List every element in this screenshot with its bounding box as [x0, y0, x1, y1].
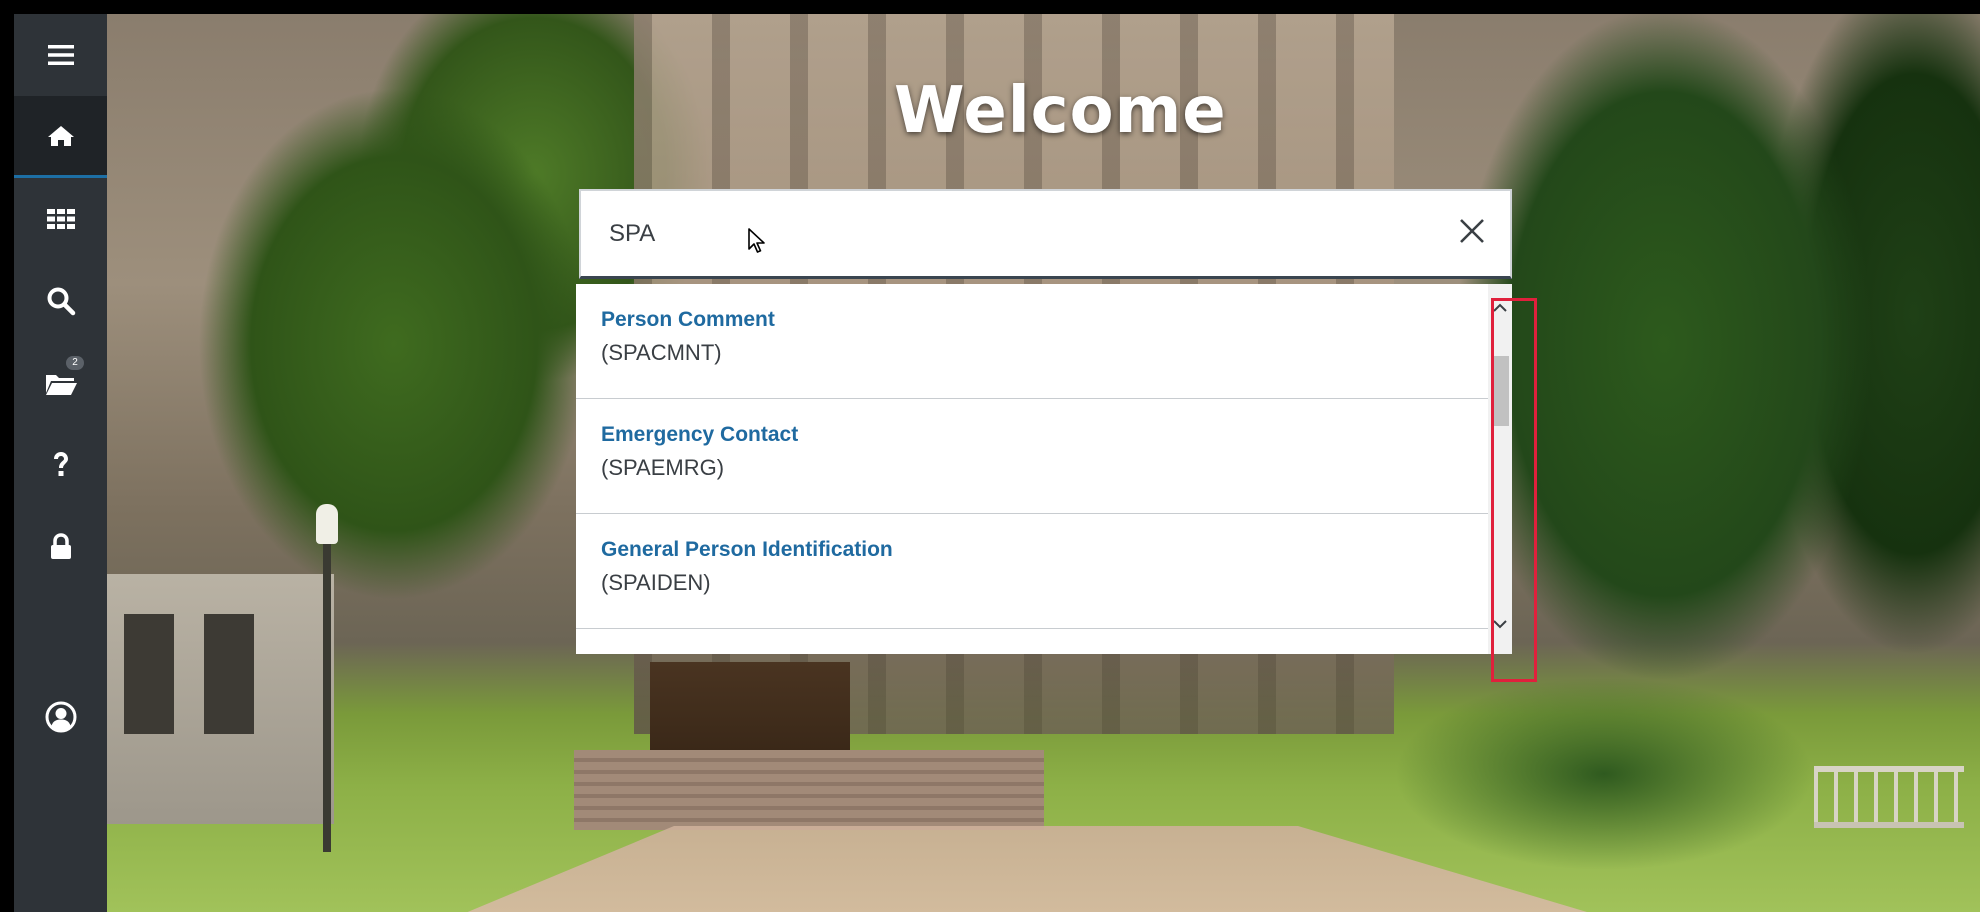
sidebar-home-button[interactable]	[14, 96, 107, 178]
search-input[interactable]	[607, 213, 1371, 255]
result-code: (SPACMNT)	[601, 340, 722, 365]
sidebar-profile-button[interactable]	[14, 676, 107, 758]
search-icon	[46, 286, 76, 316]
result-title[interactable]: Emergency Contact	[601, 423, 1488, 447]
sidebar: 2	[14, 14, 107, 912]
background-wall	[104, 574, 334, 824]
chevron-up-icon	[1492, 301, 1508, 319]
mouse-cursor-icon	[747, 227, 767, 260]
chevron-down-icon	[1492, 617, 1508, 635]
background-path	[434, 826, 1634, 912]
result-list: Person Comment (SPACMNT) Emergency Conta…	[576, 284, 1488, 629]
scroll-thumb[interactable]	[1491, 356, 1509, 426]
hamburger-menu-icon	[46, 42, 76, 68]
result-title[interactable]: Person Comment	[601, 308, 1488, 332]
recent-count-badge: 2	[66, 356, 84, 370]
app-frame: 2 Welcome SPA Person Comment (SPACMNT) E…	[14, 14, 1980, 912]
result-code: (SPAEMRG)	[601, 455, 725, 480]
sidebar-search-button[interactable]	[14, 260, 107, 342]
lock-icon	[49, 533, 73, 561]
scroll-up-button[interactable]	[1488, 298, 1512, 322]
user-circle-icon	[45, 701, 77, 733]
result-title[interactable]: General Person Identification	[601, 538, 1488, 562]
close-icon	[1458, 217, 1486, 250]
result-item-general-person-identification[interactable]: General Person Identification (SPAIDEN)	[576, 514, 1488, 629]
results-scrollbar[interactable]	[1488, 284, 1512, 654]
sidebar-help-button[interactable]	[14, 424, 107, 506]
welcome-title: Welcome	[894, 74, 1227, 148]
background-steps	[574, 750, 1044, 830]
result-item-emergency-contact[interactable]: Emergency Contact (SPAEMRG)	[576, 399, 1488, 514]
background-lamp-head	[316, 504, 338, 544]
search-results-dropdown: Person Comment (SPACMNT) Emergency Conta…	[576, 284, 1512, 654]
folder-open-icon	[44, 369, 78, 397]
sidebar-recent-button[interactable]: 2	[14, 342, 107, 424]
question-icon	[51, 451, 71, 479]
home-icon	[46, 123, 76, 149]
sidebar-lock-button[interactable]	[14, 506, 107, 588]
grid-icon	[45, 206, 77, 232]
result-code: (SPAIDEN)	[601, 570, 711, 595]
search-box	[579, 189, 1512, 279]
result-item-person-comment[interactable]: Person Comment (SPACMNT)	[576, 284, 1488, 399]
sidebar-applications-button[interactable]	[14, 178, 107, 260]
scroll-down-button[interactable]	[1488, 614, 1512, 638]
background-lamp-post	[323, 512, 331, 852]
background-bench	[1814, 766, 1964, 828]
clear-search-button[interactable]	[1452, 213, 1492, 253]
background-door	[650, 662, 850, 752]
sidebar-menu-button[interactable]	[14, 14, 107, 96]
